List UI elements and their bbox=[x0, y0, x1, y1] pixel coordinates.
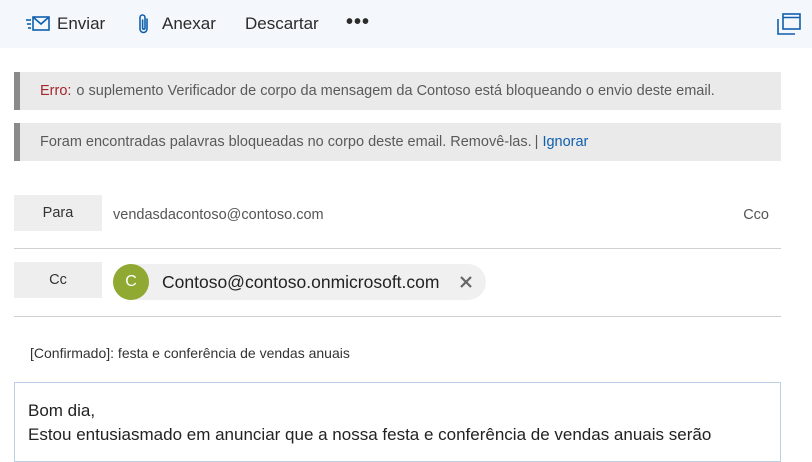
avatar: C bbox=[113, 264, 149, 300]
cc-row: Cc C Contoso@contoso.onmicrosoft.com bbox=[14, 249, 781, 317]
warning-message: Foram encontradas palavras bloqueadas no… bbox=[40, 134, 532, 150]
cc-recipient-email: Contoso@contoso.onmicrosoft.com bbox=[162, 272, 440, 292]
error-banner: Erro: o suplemento Verificador de corpo … bbox=[14, 72, 781, 110]
paperclip-icon bbox=[137, 13, 151, 35]
warning-banner: Foram encontradas palavras bloqueadas no… bbox=[14, 123, 781, 161]
discard-label: Descartar bbox=[245, 14, 319, 33]
more-options-button[interactable]: ••• bbox=[346, 0, 370, 46]
cc-recipient-chip[interactable]: C Contoso@contoso.onmicrosoft.com bbox=[113, 264, 486, 300]
send-button[interactable]: Enviar bbox=[26, 0, 105, 48]
to-row: Para vendasdacontoso@contoso.com Cco bbox=[14, 180, 781, 249]
more-icon: ••• bbox=[346, 10, 371, 33]
popout-icon bbox=[777, 13, 801, 39]
message-body[interactable]: Bom dia, Estou entusiasmado em anunciar … bbox=[14, 382, 781, 462]
send-icon bbox=[26, 15, 50, 33]
error-message: o suplemento Verificador de corpo da men… bbox=[76, 83, 715, 99]
body-line: Bom dia, bbox=[28, 401, 96, 420]
error-prefix: Erro: bbox=[40, 83, 72, 99]
send-label: Enviar bbox=[57, 14, 106, 33]
body-line: Estou entusiasmado em anunciar que a nos… bbox=[28, 425, 712, 444]
discard-button[interactable]: Descartar bbox=[245, 0, 319, 48]
attach-button[interactable]: Anexar bbox=[137, 0, 216, 48]
attach-label: Anexar bbox=[162, 14, 216, 33]
bcc-button[interactable]: Cco bbox=[743, 207, 769, 223]
to-button[interactable]: Para bbox=[14, 195, 102, 231]
toolbar: Enviar Anexar Descartar ••• bbox=[0, 0, 812, 48]
close-icon[interactable] bbox=[458, 274, 474, 290]
cc-button[interactable]: Cc bbox=[14, 262, 102, 298]
popout-button[interactable] bbox=[777, 13, 801, 35]
ignore-link[interactable]: Ignorar bbox=[542, 134, 588, 150]
subject-field[interactable]: [Confirmado]: festa e conferência de ven… bbox=[30, 345, 350, 361]
link-separator: | bbox=[534, 134, 539, 150]
to-recipient[interactable]: vendasdacontoso@contoso.com bbox=[113, 207, 324, 223]
